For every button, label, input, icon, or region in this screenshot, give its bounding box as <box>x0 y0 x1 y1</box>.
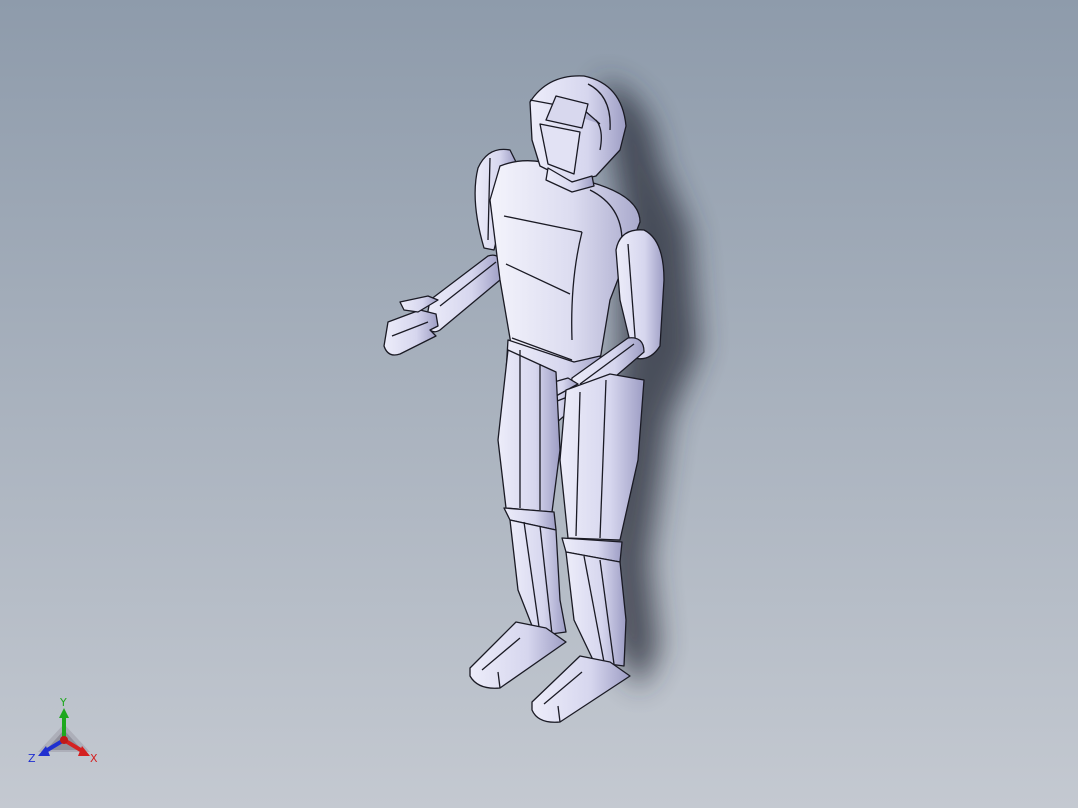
graphics-viewport[interactable]: Y X Z <box>0 0 1078 808</box>
z-axis-label: Z <box>28 752 36 765</box>
right-leg[interactable] <box>469 349 567 689</box>
y-axis-label: Y <box>59 696 67 709</box>
robot-model[interactable] <box>0 0 1078 808</box>
x-axis-label: X <box>90 752 98 765</box>
triad-origin <box>60 736 68 744</box>
orientation-triad[interactable]: Y X Z <box>20 690 110 770</box>
right-arm[interactable] <box>383 254 503 356</box>
